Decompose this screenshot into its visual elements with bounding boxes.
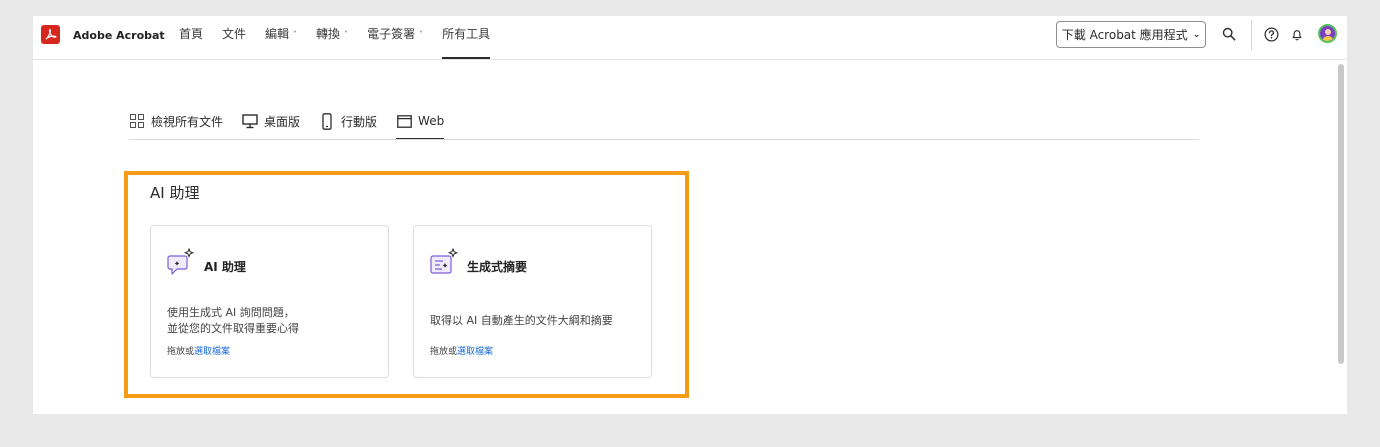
bell-icon[interactable] <box>1288 25 1306 43</box>
acrobat-logo-icon[interactable] <box>41 25 60 44</box>
tab-web[interactable]: Web <box>396 106 445 140</box>
browser-window-icon <box>396 113 412 129</box>
download-app-button[interactable]: 下載 Acrobat 應用程式 ⌄ <box>1056 21 1206 48</box>
card-title: 生成式摘要 <box>467 260 528 274</box>
top-navigation-bar: Adobe Acrobat 首頁 文件 編輯 ˅ 轉換 ˅ 電子簽署 ˅ 所有工… <box>33 16 1347 60</box>
desktop-icon <box>242 113 258 129</box>
nav-documents-label: 文件 <box>222 27 247 41</box>
nav-documents[interactable]: 文件 <box>222 16 246 60</box>
chevron-down-icon: ˅ <box>344 30 349 39</box>
chevron-down-icon: ⌄ <box>1192 29 1201 40</box>
brand-name[interactable]: Adobe Acrobat <box>73 29 165 42</box>
tabs-divider <box>129 139 1199 140</box>
vertical-scrollbar[interactable] <box>1335 60 1347 414</box>
nav-convert-label: 轉換 <box>316 27 341 41</box>
nav-esign-label: 電子簽署 <box>367 27 416 41</box>
card-description: 使用生成式 AI 詢問問題， 並從您的文件取得重要心得 <box>167 305 299 337</box>
select-file-link[interactable]: 選取檔案 <box>194 347 230 357</box>
ai-assistant-card[interactable]: AI 助理 使用生成式 AI 詢問問題， 並從您的文件取得重要心得 拖放或選取檔… <box>150 225 389 378</box>
platform-tabs: 檢視所有文件 桌面版 行動版 Web <box>129 106 463 140</box>
search-icon[interactable] <box>1220 25 1238 43</box>
tab-view-all[interactable]: 檢視所有文件 <box>129 106 223 136</box>
nav-edit[interactable]: 編輯 ˅ <box>265 16 297 60</box>
acrobat-window: Adobe Acrobat 首頁 文件 編輯 ˅ 轉換 ˅ 電子簽署 ˅ 所有工… <box>33 16 1347 414</box>
drag-drop-text: 拖放或 <box>167 347 195 357</box>
nav-convert[interactable]: 轉換 ˅ <box>316 16 348 60</box>
tab-mobile[interactable]: 行動版 <box>319 106 377 136</box>
mobile-icon <box>319 112 335 130</box>
tab-desktop[interactable]: 桌面版 <box>242 106 300 136</box>
chevron-down-icon: ˅ <box>293 30 298 39</box>
ai-chat-icon <box>167 247 195 278</box>
nav-home-label: 首頁 <box>179 27 204 41</box>
tab-mobile-label: 行動版 <box>341 114 378 129</box>
download-app-label: 下載 Acrobat 應用程式 <box>1061 28 1188 42</box>
card-description-line: 使用生成式 AI 詢問問題， <box>167 306 295 319</box>
nav-edit-label: 編輯 <box>265 27 290 41</box>
main-nav: 首頁 文件 編輯 ˅ 轉換 ˅ 電子簽署 ˅ 所有工具 <box>179 16 509 60</box>
tab-view-all-label: 檢視所有文件 <box>151 114 224 129</box>
card-action: 拖放或選取檔案 <box>430 344 493 357</box>
select-file-link[interactable]: 選取檔案 <box>457 347 493 357</box>
help-icon[interactable] <box>1262 25 1280 43</box>
nav-esign[interactable]: 電子簽署 ˅ <box>367 16 423 60</box>
generative-summary-card[interactable]: 生成式摘要 取得以 AI 自動產生的文件大綱和摘要 拖放或選取檔案 <box>413 225 652 378</box>
drag-drop-text: 拖放或 <box>430 347 458 357</box>
tab-desktop-label: 桌面版 <box>264 114 301 129</box>
card-description-line: 取得以 AI 自動產生的文件大綱和摘要 <box>430 314 613 327</box>
tab-web-label: Web <box>418 114 445 128</box>
section-title: AI 助理 <box>150 184 200 202</box>
nav-all-tools[interactable]: 所有工具 <box>442 16 491 60</box>
scrollbar-thumb[interactable] <box>1338 64 1344 364</box>
avatar[interactable] <box>1318 24 1337 43</box>
ai-summary-icon <box>430 247 459 278</box>
card-description-line: 並從您的文件取得重要心得 <box>167 322 299 335</box>
nav-all-tools-label: 所有工具 <box>442 27 491 41</box>
chevron-down-icon: ˅ <box>419 30 424 39</box>
card-action: 拖放或選取檔案 <box>167 344 230 357</box>
grid-icon <box>129 113 145 129</box>
card-title: AI 助理 <box>204 260 246 274</box>
card-description: 取得以 AI 自動產生的文件大綱和摘要 <box>430 313 613 329</box>
header-divider <box>1251 20 1252 50</box>
nav-home[interactable]: 首頁 <box>179 16 203 60</box>
